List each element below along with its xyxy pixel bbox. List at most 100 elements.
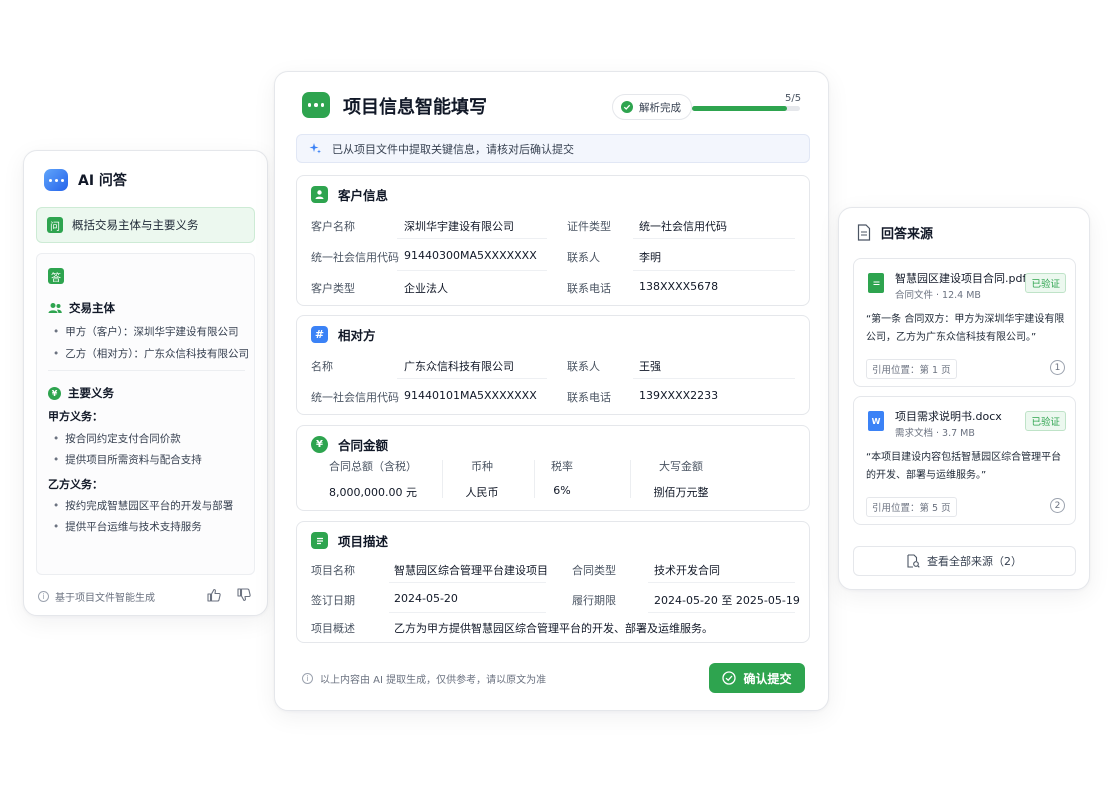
citation-location[interactable]: 引用位置：第 1 页 (866, 359, 957, 379)
currency-label: 币种 (471, 460, 493, 473)
check-circle-icon (722, 671, 737, 685)
counterparty-contact-label: 联系人 (567, 360, 600, 373)
citation-index: 1 (1050, 360, 1065, 375)
document-search-icon (907, 554, 920, 568)
question-bubble[interactable]: 问 概括交易主体与主要义务 (36, 207, 255, 243)
currency-column[interactable]: 币种 人民币 (457, 458, 507, 500)
column-divider (534, 460, 535, 498)
credit-code-label: 统一社会信用代码 (311, 251, 399, 264)
project-description-heading: 项目描述 (311, 531, 388, 550)
notice-text: 已从项目文件中提取关键信息，请核对后确认提交 (332, 142, 574, 156)
term-label: 履行期限 (572, 594, 616, 607)
progress-bar (692, 106, 800, 111)
tax-rate-value: 6% (553, 484, 571, 497)
counterparty-contact-field[interactable]: 王强 (639, 358, 661, 374)
counterparty-phone-field[interactable]: 139XXXX2233 (639, 389, 718, 402)
answer-sources-panel: 回答来源 智慧园区建设项目合同.pdf 合同文件 · 12.4 MB 已验证 “… (838, 207, 1090, 590)
project-summary-field[interactable]: 乙方为甲方提供智慧园区综合管理平台的开发、部署及运维服务。 (394, 620, 713, 636)
view-all-sources-label: 查看全部来源（2） (927, 555, 1022, 568)
counterparty-name-field[interactable]: 广东众信科技有限公司 (404, 358, 514, 374)
question-tag: 问 (47, 217, 63, 233)
parties-heading: 交易主体 (48, 300, 115, 316)
info-notice: 已从项目文件中提取关键信息，请核对后确认提交 (296, 134, 810, 163)
field-underline (633, 238, 795, 239)
counterparty-credit-label: 统一社会信用代码 (311, 391, 399, 404)
disclaimer-note: i 以上内容由 AI 提取生成，仅供参考，请以原文为准 (302, 671, 546, 686)
field-underline (397, 270, 547, 271)
customer-name-field[interactable]: 深圳华宇建设有限公司 (404, 218, 514, 234)
counterparty-heading: # 相对方 (311, 325, 376, 344)
obligations-title: 主要义务 (68, 386, 114, 400)
field-underline (389, 612, 546, 613)
phone-field[interactable]: 138XXXX5678 (639, 280, 718, 293)
citation-location[interactable]: 引用位置：第 5 页 (866, 497, 957, 517)
thumbs-up-icon[interactable] (206, 587, 222, 603)
tax-rate-label: 税率 (551, 460, 573, 473)
party-b-title: 乙方义务： (48, 478, 103, 491)
contract-type-field[interactable]: 技术开发合同 (654, 562, 720, 578)
sign-date-label: 签订日期 (311, 594, 355, 607)
parse-status-badge: 解析完成 (612, 94, 692, 120)
counterparty-credit-field[interactable]: 91440101MA5XXXXXXX (404, 389, 537, 402)
project-name-field[interactable]: 智慧园区综合管理平台建设项目 (394, 562, 548, 578)
source-card[interactable]: 智慧园区建设项目合同.pdf 合同文件 · 12.4 MB 已验证 “第一条 合… (853, 258, 1076, 387)
confirm-submit-button[interactable]: 确认提交 (709, 663, 805, 693)
field-underline (648, 582, 795, 583)
question-text: 概括交易主体与主要义务 (72, 218, 199, 232)
party-item: 甲方（客户）：深圳华宇建设有限公司 (53, 324, 238, 339)
obligation-item: 提供项目所需资料与配合支持 (53, 452, 202, 467)
sparkle-icon (309, 143, 321, 154)
contact-field[interactable]: 李明 (639, 249, 661, 265)
customer-info-title: 客户信息 (338, 188, 389, 203)
phone-label: 联系电话 (567, 282, 611, 295)
obligation-item: 按约完成智慧园区平台的开发与部署 (53, 498, 233, 513)
ai-qa-title: AI 问答 (78, 173, 127, 189)
citation-index: 2 (1050, 498, 1065, 513)
user-icon (311, 186, 328, 203)
ai-generated-text: 基于项目文件智能生成 (55, 593, 155, 604)
field-underline (397, 238, 547, 239)
total-amount-label: 合同总额（含税） (329, 460, 417, 473)
obligation-item: 按合同约定支付合同价款 (53, 431, 181, 446)
thumbs-down-icon[interactable] (236, 587, 252, 603)
source-file-name: 智慧园区建设项目合同.pdf (895, 272, 1027, 285)
ai-generated-note: i 基于项目文件智能生成 (38, 589, 155, 604)
counterparty-card: # 相对方 名称 广东众信科技有限公司 联系人 王强 统一社会信用代码 9144… (296, 315, 810, 415)
check-circle-icon (621, 101, 633, 113)
counterparty-phone-label: 联系电话 (567, 391, 611, 404)
document-outline-icon (857, 224, 871, 241)
contract-amount-heading: ¥ 合同金额 (311, 435, 388, 454)
field-underline (633, 270, 795, 271)
ai-qa-header: AI 问答 (44, 169, 127, 191)
upper-amount-value: 捌佰万元整 (653, 486, 709, 499)
field-underline (397, 378, 547, 379)
contract-amount-title: 合同金额 (338, 438, 389, 453)
customer-type-field[interactable]: 企业法人 (404, 280, 448, 296)
answer-sources-header: 回答来源 (857, 223, 933, 242)
upper-amount-column[interactable]: 大写金额 捌佰万元整 (651, 458, 711, 500)
party-item: 乙方（相对方）：广东众信科技有限公司 (53, 346, 249, 361)
cert-type-label: 证件类型 (567, 220, 611, 233)
project-description-title: 项目描述 (338, 534, 389, 549)
view-all-sources-button[interactable]: 查看全部来源（2） (853, 546, 1076, 576)
upper-amount-label: 大写金额 (659, 460, 703, 473)
source-card[interactable]: W 项目需求说明书.docx 需求文档 · 3.7 MB 已验证 “本项目建设内… (853, 396, 1076, 525)
source-quote: “第一条 合同双方：甲方为深圳华宇建设有限公司，乙方为广东众信科技有限公司。” (866, 314, 1065, 343)
answer-sources-title: 回答来源 (881, 227, 934, 242)
answer-tag: 答 (48, 268, 64, 284)
contract-type-label: 合同类型 (572, 564, 616, 577)
term-field[interactable]: 2024-05-20 至 2025-05-19 (654, 592, 800, 608)
verified-badge: 已验证 (1025, 273, 1066, 293)
project-name-label: 项目名称 (311, 564, 355, 577)
credit-code-field[interactable]: 91440300MA5XXXXXXX (404, 249, 537, 262)
obligation-item: 提供平台运维与技术支持服务 (53, 519, 202, 534)
cert-type-field[interactable]: 统一社会信用代码 (639, 218, 727, 234)
sign-date-field[interactable]: 2024-05-20 (394, 592, 458, 605)
column-divider (442, 460, 443, 498)
info-icon: i (38, 591, 49, 602)
tax-rate-column[interactable]: 税率 6% (547, 458, 577, 497)
divider (48, 370, 245, 371)
source-file-name: 项目需求说明书.docx (895, 410, 1002, 423)
total-amount-column[interactable]: 合同总额（含税） 8,000,000.00 元 (321, 458, 425, 500)
total-amount-value: 8,000,000.00 元 (329, 486, 417, 499)
